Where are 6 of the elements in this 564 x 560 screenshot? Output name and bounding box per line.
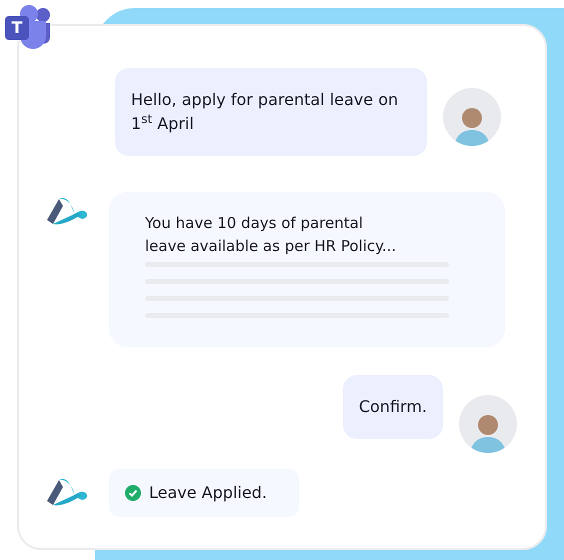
logo-letter: T	[5, 16, 29, 40]
message-text: Hello, apply for parental leave on 1$^{st}$ April	[131, 90, 398, 133]
message-text: You have 10 days of parental leave available as per HR Policy...	[145, 213, 398, 257]
message-text: Leave Applied.	[149, 482, 267, 504]
check-circle-icon	[125, 485, 141, 501]
message-text: Confirm.	[358, 397, 427, 416]
